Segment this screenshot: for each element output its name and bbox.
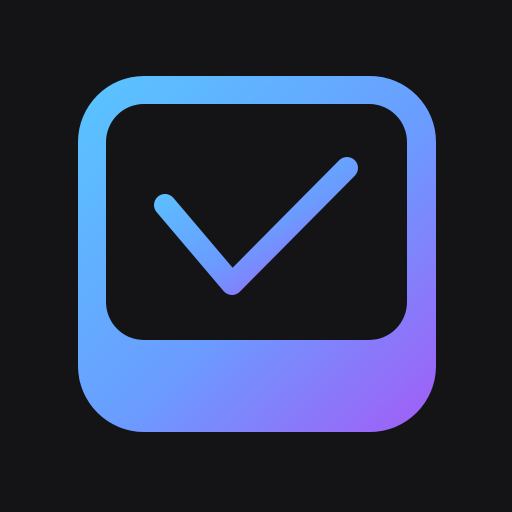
checkbox-check-icon (78, 76, 436, 432)
app-icon-canvas (0, 0, 512, 512)
icon-inner-panel (106, 104, 407, 340)
